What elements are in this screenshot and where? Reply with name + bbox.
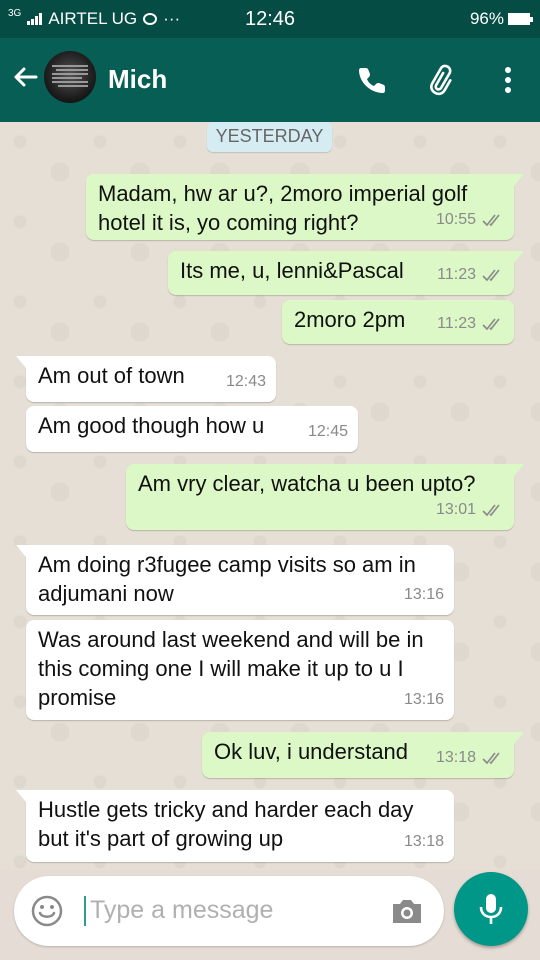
emoji-icon[interactable] (30, 894, 64, 928)
message-text: Am vry clear, watcha u been upto? (138, 471, 476, 496)
camera-icon[interactable] (390, 896, 424, 926)
contact-name[interactable]: Mich (108, 64, 167, 95)
message-bubble-incoming[interactable]: Was around last weekend and will be in t… (26, 620, 454, 720)
message-time: 13:18 (435, 749, 476, 766)
double-check-icon (482, 504, 500, 516)
back-arrow-icon[interactable] (10, 62, 40, 92)
date-separator: YESTERDAY (207, 122, 332, 152)
text-cursor (84, 896, 86, 926)
message-bubble-incoming[interactable]: Am out of town 12:43 (16, 356, 276, 402)
message-bubble-outgoing[interactable]: Am vry clear, watcha u been upto? 13:01 (126, 464, 524, 530)
message-time: 11:23 (437, 315, 476, 332)
chat-area[interactable]: YESTERDAY Madam, hw ar u?, 2moro imperia… (0, 122, 540, 870)
status-time: 12:46 (244, 8, 296, 30)
mic-icon (479, 894, 503, 924)
message-meta: 13:16 (404, 580, 444, 609)
voice-record-button[interactable] (454, 872, 528, 946)
message-text: Was around last weekend and will be in t… (38, 627, 424, 710)
message-time: 13:16 (403, 586, 444, 603)
message-meta: 10:55 (436, 205, 504, 234)
battery-percent: 96% (469, 9, 504, 28)
message-meta: 11:23 (437, 309, 504, 338)
message-bubble-outgoing[interactable]: Its me, u, lenni&Pascal 11:23 (168, 251, 524, 295)
message-time: 13:16 (403, 691, 444, 708)
attach-icon[interactable] (428, 64, 460, 96)
message-bubble-incoming[interactable]: Am doing r3fugee camp visits so am in ad… (16, 545, 454, 615)
message-meta: 11:23 (437, 260, 504, 289)
double-check-icon (482, 214, 500, 226)
message-composer (14, 876, 444, 946)
message-bubble-outgoing[interactable]: Madam, hw ar u?, 2moro imperial golf hot… (86, 174, 524, 240)
message-time: 12:45 (307, 423, 348, 440)
double-check-icon (482, 269, 500, 281)
double-check-icon (482, 752, 500, 764)
chat-header: Mich (0, 38, 540, 122)
contact-avatar[interactable] (44, 51, 96, 103)
status-right: 96% (469, 9, 533, 29)
message-meta: 13:18 (436, 743, 504, 772)
message-bubble-incoming[interactable]: Am good though how u 12:45 (26, 406, 358, 452)
message-text: Hustle gets tricky and harder each day b… (38, 797, 414, 851)
battery-icon (508, 13, 533, 25)
message-bubble-outgoing[interactable]: Ok luv, i understand 13:18 (202, 732, 524, 778)
message-time: 10:55 (435, 211, 476, 228)
message-text: Am good though how u (38, 413, 265, 438)
message-bubble-incoming[interactable]: Hustle gets tricky and harder each day b… (16, 790, 454, 862)
double-check-icon (482, 318, 500, 330)
message-meta: 12:45 (308, 417, 348, 446)
call-icon[interactable] (356, 64, 388, 96)
message-input[interactable] (90, 890, 380, 930)
message-time: 13:01 (435, 501, 476, 518)
message-text: Am doing r3fugee camp visits so am in ad… (38, 552, 416, 606)
status-bar: 3G AIRTEL UG ··· 12:46 96% (0, 0, 540, 38)
message-time: 13:18 (403, 833, 444, 850)
message-meta: 12:43 (226, 367, 266, 396)
message-bubble-outgoing[interactable]: 2moro 2pm 11:23 (282, 300, 514, 344)
message-time: 11:23 (437, 266, 476, 283)
message-meta: 13:16 (404, 685, 444, 714)
message-meta: 13:18 (404, 827, 444, 856)
message-meta: 13:01 (436, 495, 504, 524)
message-time: 12:43 (225, 373, 266, 390)
more-vert-icon[interactable] (492, 64, 524, 96)
